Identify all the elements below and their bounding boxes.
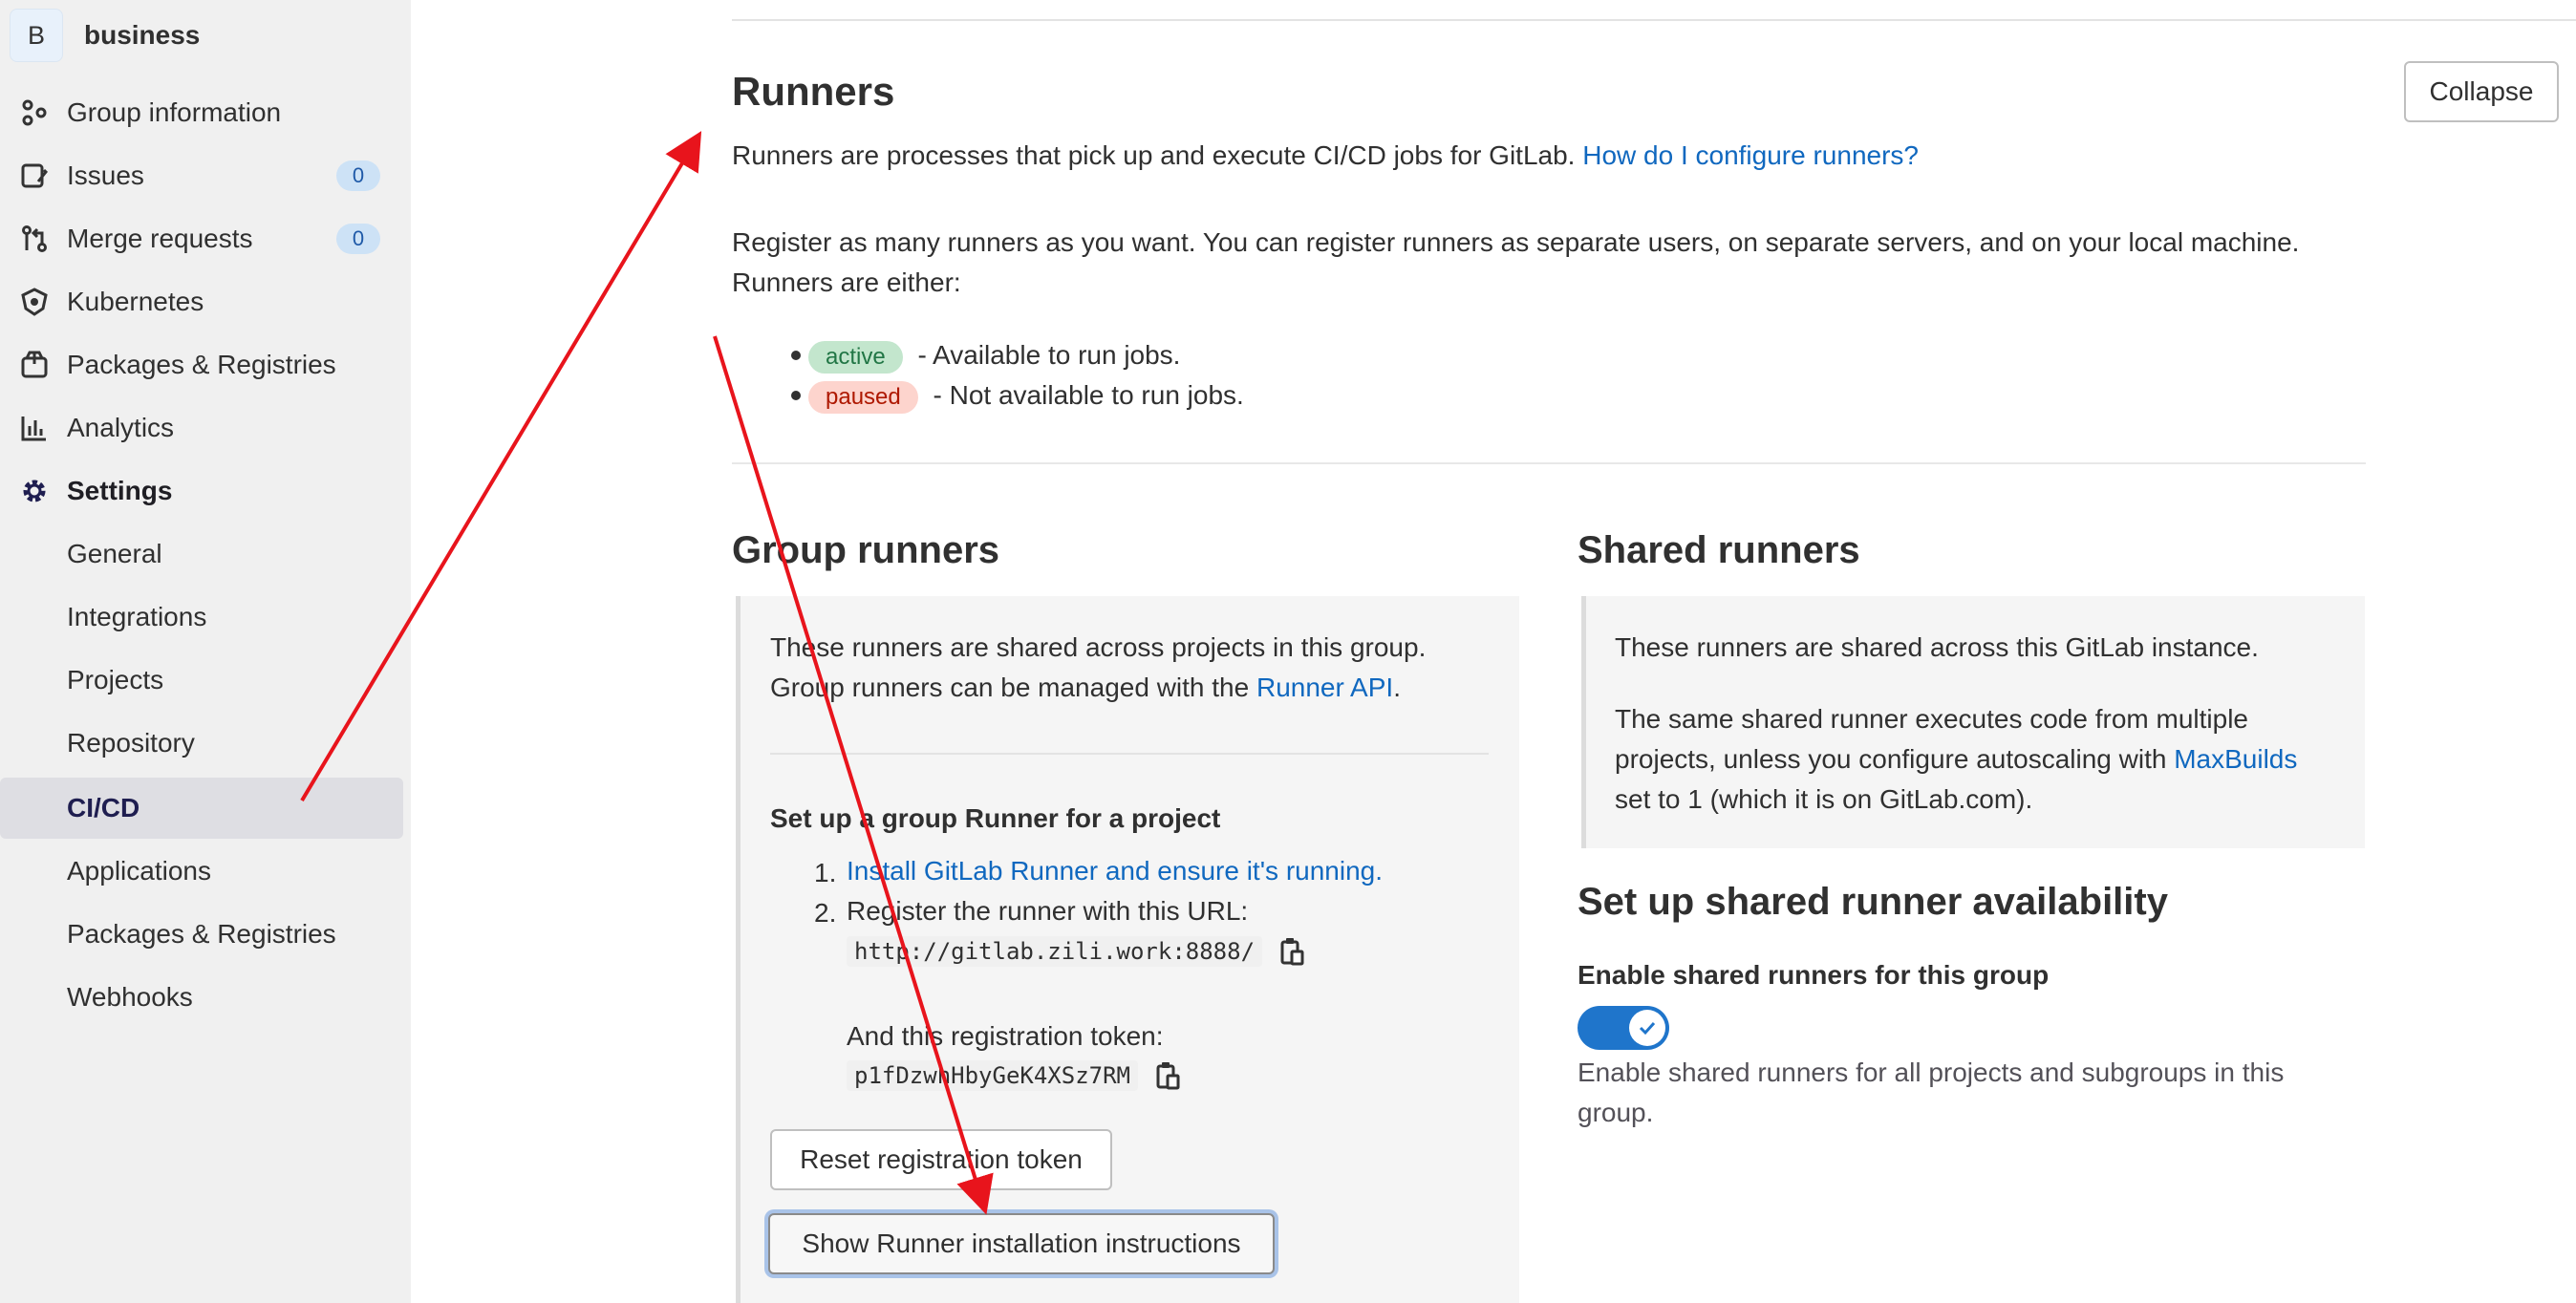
sidebar-item-issues[interactable]: Issues 0 — [0, 145, 405, 206]
step-1: Install GitLab Runner and ensure it's ru… — [847, 851, 1383, 891]
active-status-item: active - Available to run jobs. — [808, 335, 1180, 375]
step-number: 2. — [814, 898, 837, 928]
active-desc: - Available to run jobs. — [910, 340, 1181, 370]
panel-border — [736, 596, 741, 1303]
sidebar-subitem-label: Projects — [67, 665, 164, 694]
divider — [770, 753, 1489, 755]
configure-runners-link[interactable]: How do I configure runners? — [1582, 140, 1919, 170]
registration-token[interactable]: p1fDzwhHbyGeK4XSz7RM — [847, 1060, 1138, 1091]
sidebar-subitem-label: Integrations — [67, 602, 207, 631]
shared-runners-title: Shared runners — [1578, 529, 1860, 571]
checkmark-icon — [1639, 1021, 1656, 1036]
group-icon — [22, 99, 47, 126]
shared-runner-availability-title: Set up shared runner availability — [1578, 881, 2168, 923]
sidebar-item-label: Group information — [67, 97, 282, 127]
runners-intro: Runners are processes that pick up and e… — [732, 136, 1919, 176]
install-runner-link[interactable]: Install GitLab Runner and ensure it's ru… — [847, 856, 1383, 886]
paused-desc: - Not available to run jobs. — [925, 380, 1244, 410]
group-runners-desc-1: These runners are shared across projects… — [770, 632, 1427, 662]
sidebar-item-label: Kubernetes — [67, 287, 204, 316]
sidebar-item-label: Merge requests — [67, 224, 253, 253]
setup-group-runner-title: Set up a group Runner for a project — [770, 803, 1221, 833]
runner-url[interactable]: http://gitlab.zili.work:8888/ — [847, 936, 1263, 967]
token-label: And this registration token: — [847, 1021, 1164, 1051]
sidebar-subitem-ci-cd[interactable]: CI/CD — [0, 778, 403, 839]
register-line-2: Runners are either: — [732, 267, 961, 297]
shared-runners-desc-2-line-2: projects, unless you configure autoscali… — [1615, 739, 2297, 780]
register-line-1: Register as many runners as you want. Yo… — [732, 227, 2300, 257]
shared-runners-desc-2-text: projects, unless you configure autoscali… — [1615, 744, 2175, 774]
show-runner-instructions-button[interactable]: Show Runner installation instructions — [768, 1213, 1275, 1274]
paused-status-item: paused - Not available to run jobs. — [808, 375, 1244, 416]
sidebar-item-label: Packages & Registries — [67, 350, 336, 379]
package-icon — [21, 351, 48, 378]
collapse-button[interactable]: Collapse — [2404, 61, 2559, 122]
sidebar-subitem-label: Applications — [67, 856, 211, 886]
divider — [732, 462, 2366, 464]
paused-badge: paused — [808, 381, 918, 414]
sidebar-item-packages-registries[interactable]: Packages & Registries — [0, 334, 405, 395]
analytics-icon — [21, 417, 46, 441]
sidebar-subitem-label: CI/CD — [67, 793, 140, 822]
group-name[interactable]: business — [84, 20, 200, 51]
bullet — [791, 391, 801, 400]
enable-shared-runners-label: Enable shared runners for this group — [1578, 960, 2050, 990]
sidebar-subitem-repository[interactable]: Repository — [0, 713, 405, 774]
sidebar-subitem-applications[interactable]: Applications — [0, 841, 405, 902]
panel-border — [1581, 596, 1586, 848]
runner-api-link[interactable]: Runner API — [1256, 673, 1393, 702]
group-runners-title: Group runners — [732, 529, 1000, 571]
runners-intro-text: Runners are processes that pick up and e… — [732, 140, 1576, 170]
step-number: 1. — [814, 858, 837, 887]
merge-request-icon — [22, 225, 47, 252]
enable-shared-runners-help-1: Enable shared runners for all projects a… — [1578, 1057, 2285, 1087]
sidebar-subitem-label: Packages & Registries — [67, 919, 336, 949]
copy-token-icon[interactable] — [1155, 1060, 1180, 1091]
sidebar-item-label: Issues — [67, 160, 144, 190]
maxbuilds-link[interactable]: MaxBuilds — [2174, 744, 2297, 774]
active-badge: active — [808, 341, 903, 374]
merge-requests-count-badge: 0 — [336, 224, 380, 254]
sidebar: B business Group information Issues 0 Me… — [0, 0, 411, 1303]
sidebar-subitem-integrations[interactable]: Integrations — [0, 587, 405, 648]
bullet — [791, 351, 801, 360]
shared-runners-desc-2-line-1: The same shared runner executes code fro… — [1615, 704, 2248, 734]
sidebar-item-kubernetes[interactable]: Kubernetes — [0, 271, 405, 332]
sidebar-item-settings[interactable]: Settings — [0, 460, 405, 522]
copy-url-icon[interactable] — [1279, 936, 1304, 967]
shared-runners-desc-2-line-3: set to 1 (which it is on GitLab.com). — [1615, 784, 2033, 814]
sidebar-subitem-webhooks[interactable]: Webhooks — [0, 967, 405, 1028]
section-divider — [732, 19, 2576, 21]
group-header[interactable]: B business — [10, 6, 200, 65]
issues-count-badge: 0 — [336, 160, 380, 191]
kubernetes-icon — [21, 288, 48, 316]
runners-title: Runners — [732, 69, 895, 114]
reset-registration-token-button[interactable]: Reset registration token — [770, 1129, 1112, 1190]
group-runners-desc-2-suffix: . — [1393, 673, 1401, 702]
step-2-text: Register the runner with this URL: — [847, 896, 1249, 926]
sidebar-subitem-label: Repository — [67, 728, 195, 758]
shared-runners-desc-1: These runners are shared across this Git… — [1615, 632, 2259, 662]
sidebar-item-group-information[interactable]: Group information — [0, 82, 405, 143]
sidebar-item-merge-requests[interactable]: Merge requests 0 — [0, 208, 405, 269]
sidebar-subitem-label: Webhooks — [67, 982, 193, 1012]
sidebar-item-label: Analytics — [67, 413, 175, 442]
group-avatar[interactable]: B — [10, 9, 63, 62]
token-row: p1fDzwhHbyGeK4XSz7RM — [847, 1060, 1180, 1091]
settings-gear-icon — [23, 480, 46, 502]
sidebar-subitem-label: General — [67, 539, 162, 568]
group-runners-desc-2: Group runners can be managed with the Ru… — [770, 668, 1401, 708]
toggle-knob — [1629, 1010, 1665, 1046]
sidebar-subitem-packages-registries[interactable]: Packages & Registries — [0, 904, 405, 965]
sidebar-item-label: Settings — [67, 476, 173, 505]
url-row: http://gitlab.zili.work:8888/ — [847, 936, 1304, 967]
sidebar-subitem-projects[interactable]: Projects — [0, 650, 405, 711]
sidebar-subitem-general[interactable]: General — [0, 523, 405, 585]
enable-shared-runners-help-2: group. — [1578, 1098, 1654, 1127]
enable-shared-runners-toggle[interactable] — [1578, 1006, 1669, 1050]
group-runners-desc-2-text: Group runners can be managed with the — [770, 673, 1256, 702]
sidebar-item-analytics[interactable]: Analytics — [0, 397, 405, 459]
issues-icon — [21, 163, 49, 188]
